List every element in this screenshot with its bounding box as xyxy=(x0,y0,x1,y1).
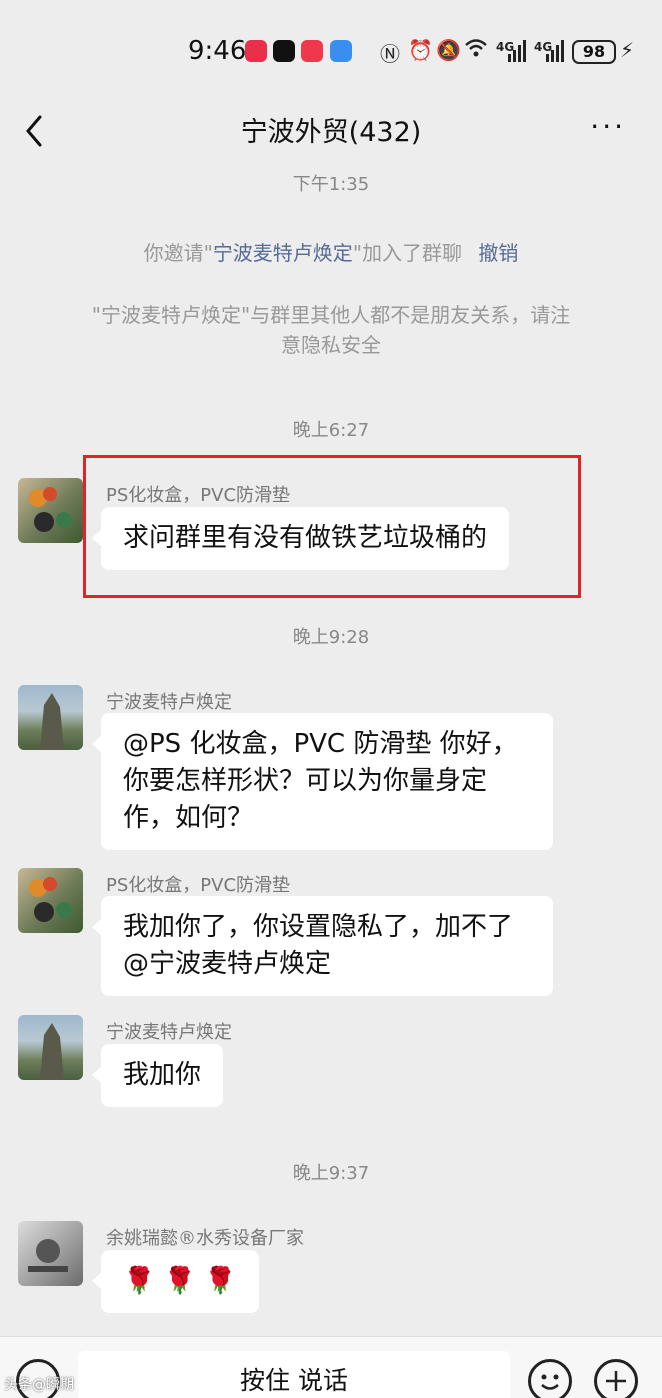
rose-emoji-text: 🌹 🌹 🌹 xyxy=(123,1266,237,1296)
message-text-line: 你要怎样形状？可以为你量身定 xyxy=(123,766,488,796)
avatar[interactable] xyxy=(18,1221,83,1286)
avatar[interactable] xyxy=(18,1015,83,1080)
chat-header: 宁波外贸(432) ··· xyxy=(0,100,662,162)
privacy-line-1: "宁波麦特卢焕定"与群里其他人都不是朋友关系，请注 xyxy=(91,303,571,327)
add-more-button[interactable] xyxy=(594,1359,638,1398)
timestamp: 晚上9:37 xyxy=(292,1163,370,1184)
sender-name: PS化妆盒，PVC防滑垫 xyxy=(106,875,291,896)
avatar[interactable] xyxy=(18,685,83,750)
signal-bars-icon-2 xyxy=(546,40,566,67)
avatar[interactable] xyxy=(18,478,83,543)
message-bubble[interactable]: 我加你 xyxy=(91,1044,224,1107)
invite-suffix: "加入了群聊 xyxy=(352,241,463,265)
chat-title: 宁波外贸(432) xyxy=(240,117,422,148)
app-red-icon xyxy=(245,40,267,62)
message-bubble[interactable]: 🌹 🌹 🌹 xyxy=(92,1250,259,1313)
avatar[interactable] xyxy=(18,868,83,933)
charging-icon: ⚡ xyxy=(620,38,635,62)
message-bubble[interactable]: @PS 化妆盒，PVC 防滑垫 你好， 你要怎样形状？可以为你量身定 作，如何？ xyxy=(92,713,553,850)
more-options-button[interactable]: ··· xyxy=(590,110,626,143)
timestamp: 晚上9:28 xyxy=(292,627,370,648)
message-text-line: @PS 化妆盒，PVC 防滑垫 你好， xyxy=(123,729,518,759)
wifi-icon xyxy=(464,38,488,63)
message-text-line: 作，如何？ xyxy=(123,803,254,833)
app-red2-icon xyxy=(301,40,323,62)
battery-indicator: 98 xyxy=(572,40,616,64)
emoji-button[interactable] xyxy=(528,1359,572,1398)
highlight-box xyxy=(83,455,581,598)
sender-name: 余姚瑞懿®水秀设备厂家 xyxy=(106,1228,304,1249)
watermark: 头条@瞬期 xyxy=(4,1377,74,1393)
status-bar: 9:46 Ⓝ ⏰ 🔕 4G 4G 98 ⚡ xyxy=(0,0,662,100)
alarm-icon: ⏰ xyxy=(408,38,433,62)
sender-name: 宁波麦特卢焕定 xyxy=(106,692,232,713)
system-privacy-notice: "宁波麦特卢焕定"与群里其他人都不是朋友关系，请注 意隐私安全 xyxy=(40,300,622,360)
nfc-icon: Ⓝ xyxy=(380,42,400,66)
revoke-link[interactable]: 撤销 xyxy=(478,241,518,265)
sender-name: 宁波麦特卢焕定 xyxy=(106,1022,232,1043)
hold-to-talk-button[interactable]: 按住 说话 xyxy=(78,1351,510,1398)
invite-prefix: 你邀请" xyxy=(143,241,213,265)
message-text: 我加你 xyxy=(123,1060,202,1090)
tiktok-icon xyxy=(273,40,295,62)
message-text-line: 我加你了，你设置隐私了，加不了 xyxy=(123,912,514,942)
input-bar: 按住 说话 xyxy=(0,1336,662,1398)
message-bubble[interactable]: 我加你了，你设置隐私了，加不了 @宁波麦特卢焕定 xyxy=(92,896,553,996)
privacy-line-2: 意隐私安全 xyxy=(281,333,381,357)
app-blue-icon xyxy=(330,40,352,62)
timestamp: 晚上6:27 xyxy=(292,420,370,441)
status-time: 9:46 xyxy=(188,36,247,66)
signal-bars-icon xyxy=(508,40,528,67)
mute-icon: 🔕 xyxy=(436,38,461,62)
message-text-line: @宁波麦特卢焕定 xyxy=(123,949,332,979)
system-invite-message: 你邀请"宁波麦特卢焕定"加入了群聊 撤销 xyxy=(40,238,622,268)
timestamp: 下午1:35 xyxy=(292,174,370,195)
invited-user-link[interactable]: 宁波麦特卢焕定 xyxy=(213,241,353,265)
